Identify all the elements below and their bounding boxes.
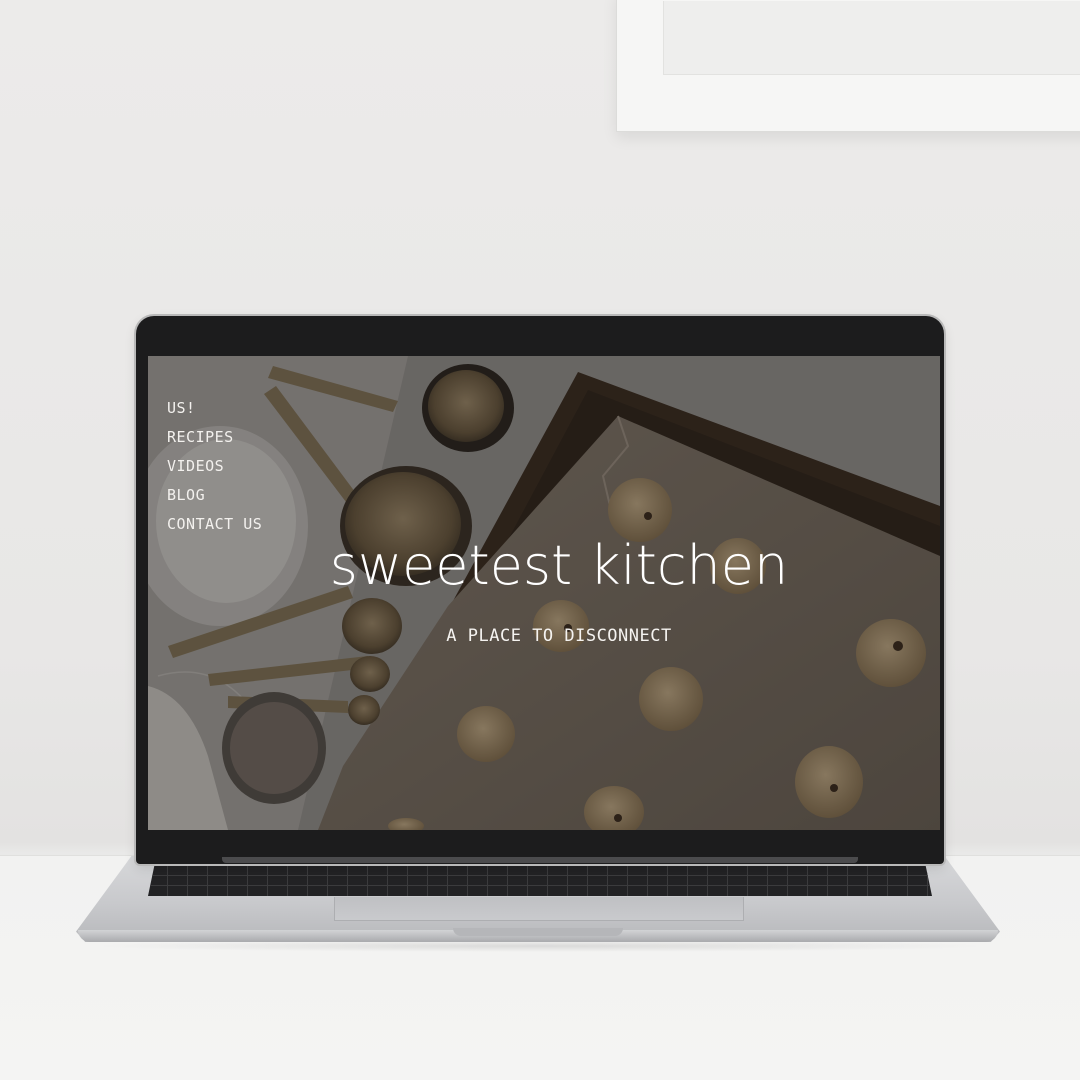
nav-item-videos[interactable]: VIDEOS (167, 452, 262, 481)
nav-item-blog[interactable]: BLOG (167, 481, 262, 510)
frame-mat (663, 1, 1080, 75)
laptop-keyboard (148, 866, 932, 896)
site-navigation: US! RECIPES VIDEOS BLOG CONTACT US (167, 394, 262, 539)
laptop-trackpad (334, 897, 744, 921)
laptop-hinge (222, 857, 858, 863)
site-title: sweetest kitchen (329, 534, 789, 597)
photo-scene: US! RECIPES VIDEOS BLOG CONTACT US sweet… (0, 0, 1080, 1080)
laptop-opening-notch (453, 928, 623, 936)
nav-item-recipes[interactable]: RECIPES (167, 423, 262, 452)
wall-picture-frame (616, 0, 1080, 132)
laptop-screen: US! RECIPES VIDEOS BLOG CONTACT US sweet… (148, 356, 940, 830)
nav-item-us[interactable]: US! (167, 394, 262, 423)
site-tagline: A PLACE TO DISCONNECT (446, 626, 672, 646)
